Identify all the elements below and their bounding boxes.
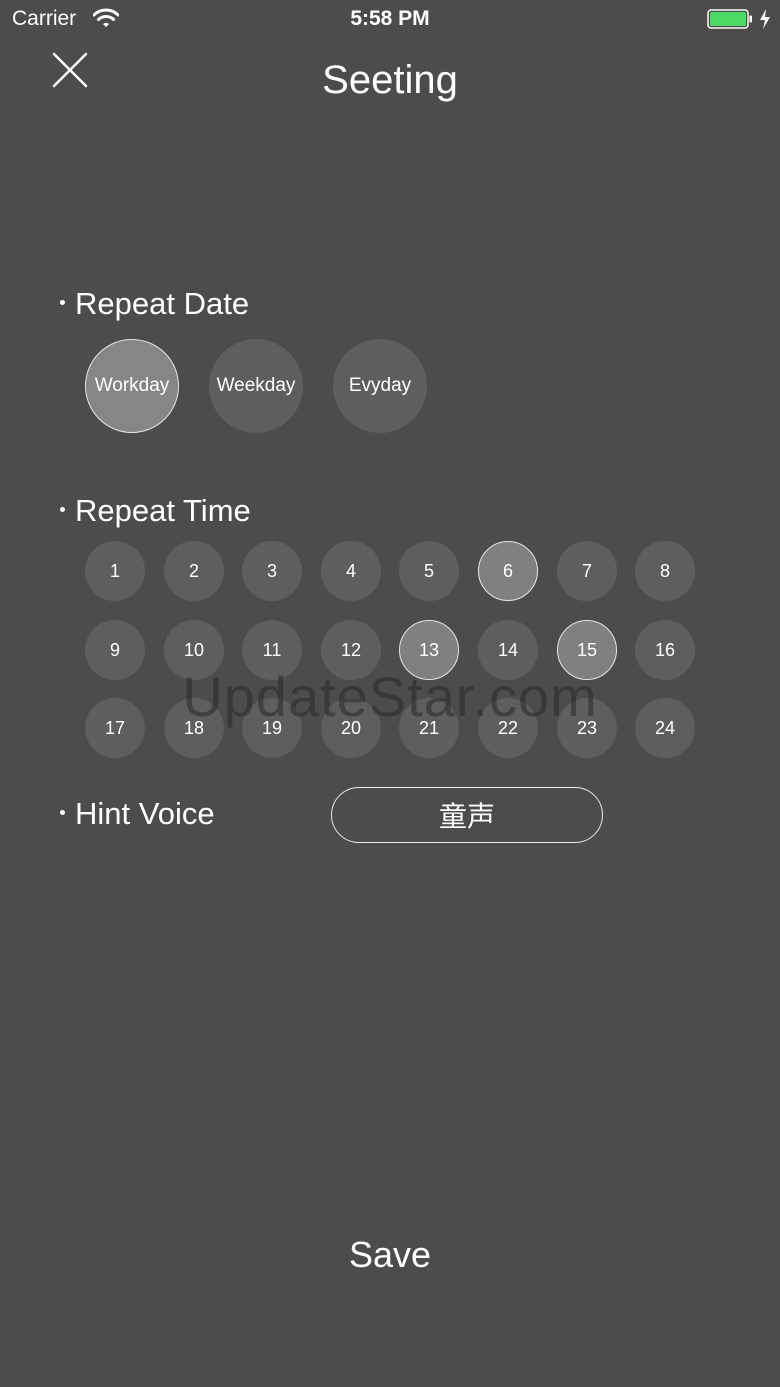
hour-option-2[interactable]: 2: [164, 541, 224, 601]
hour-option-19[interactable]: 19: [242, 698, 302, 758]
hour-option-22[interactable]: 22: [478, 698, 538, 758]
hour-option-16[interactable]: 16: [635, 620, 695, 680]
bullet-icon: [60, 810, 65, 816]
hour-option-label: 6: [502, 560, 513, 581]
hour-option-label: 23: [576, 717, 598, 738]
date-option-label: Evyday: [348, 375, 412, 396]
hour-option-label: 17: [104, 717, 126, 738]
hour-option-20[interactable]: 20: [321, 698, 381, 758]
hour-option-label: 5: [423, 560, 434, 581]
hour-option-14[interactable]: 14: [478, 620, 538, 680]
hour-option-24[interactable]: 24: [635, 698, 695, 758]
hour-option-label: 22: [497, 717, 519, 738]
date-option-evyday[interactable]: Evyday: [333, 339, 427, 433]
hour-option-label: 19: [261, 717, 283, 738]
bullet-icon: [60, 507, 65, 513]
hour-option-label: 3: [266, 560, 277, 581]
hour-option-label: 7: [581, 560, 592, 581]
hour-option-17[interactable]: 17: [85, 698, 145, 758]
hour-option-label: 10: [183, 639, 205, 660]
save-button[interactable]: Save: [290, 1225, 490, 1285]
hour-option-label: 15: [576, 639, 598, 660]
hour-option-label: 24: [654, 717, 676, 738]
hour-option-label: 13: [418, 639, 440, 660]
hour-option-18[interactable]: 18: [164, 698, 224, 758]
date-option-label: Weekday: [216, 375, 296, 396]
hour-option-label: 20: [340, 717, 362, 738]
hour-option-5[interactable]: 5: [399, 541, 459, 601]
hint-voice-value: 童声: [438, 801, 495, 832]
hour-option-10[interactable]: 10: [164, 620, 224, 680]
repeat-time-label-text: Repeat Time: [75, 493, 251, 528]
hour-option-label: 1: [109, 560, 120, 581]
status-time: 5:58 PM: [350, 7, 430, 30]
hour-option-label: 12: [340, 639, 362, 660]
hour-option-label: 18: [183, 717, 205, 738]
hour-option-label: 9: [109, 639, 120, 660]
save-button-label: Save: [348, 1234, 432, 1275]
hour-option-12[interactable]: 12: [321, 620, 381, 680]
hour-option-8[interactable]: 8: [635, 541, 695, 601]
hour-option-23[interactable]: 23: [557, 698, 617, 758]
page-title: Seeting: [322, 58, 458, 102]
hour-option-15[interactable]: 15: [557, 620, 617, 680]
hint-voice-label: Hint Voice: [60, 796, 215, 832]
hour-option-9[interactable]: 9: [85, 620, 145, 680]
date-option-label: Workday: [94, 375, 170, 396]
hour-option-label: 8: [659, 560, 670, 581]
date-option-workday[interactable]: Workday: [85, 339, 179, 433]
repeat-date-label: Repeat Date: [60, 286, 249, 322]
hint-voice-label-text: Hint Voice: [75, 796, 215, 831]
hour-option-label: 11: [262, 639, 282, 660]
hour-option-label: 21: [418, 717, 440, 738]
hour-option-1[interactable]: 1: [85, 541, 145, 601]
hour-option-label: 4: [345, 560, 356, 581]
repeat-date-label-text: Repeat Date: [75, 286, 250, 321]
status-bar: Carrier 5:58 PM: [0, 0, 780, 40]
hour-option-label: 16: [654, 639, 676, 660]
hour-option-label: 14: [497, 639, 519, 660]
hint-voice-select[interactable]: 童声: [331, 787, 603, 843]
hour-option-label: 2: [188, 560, 199, 581]
battery-icon: [707, 9, 752, 29]
charging-bolt-icon: [760, 9, 770, 29]
hour-option-7[interactable]: 7: [557, 541, 617, 601]
hour-option-21[interactable]: 21: [399, 698, 459, 758]
hour-option-13[interactable]: 13: [399, 620, 459, 680]
bullet-icon: [60, 300, 65, 306]
hour-option-3[interactable]: 3: [242, 541, 302, 601]
hour-option-6[interactable]: 6: [478, 541, 538, 601]
hour-option-4[interactable]: 4: [321, 541, 381, 601]
hour-option-11[interactable]: 11: [242, 620, 302, 680]
repeat-time-label: Repeat Time: [60, 493, 251, 529]
date-option-weekday[interactable]: Weekday: [209, 339, 303, 433]
